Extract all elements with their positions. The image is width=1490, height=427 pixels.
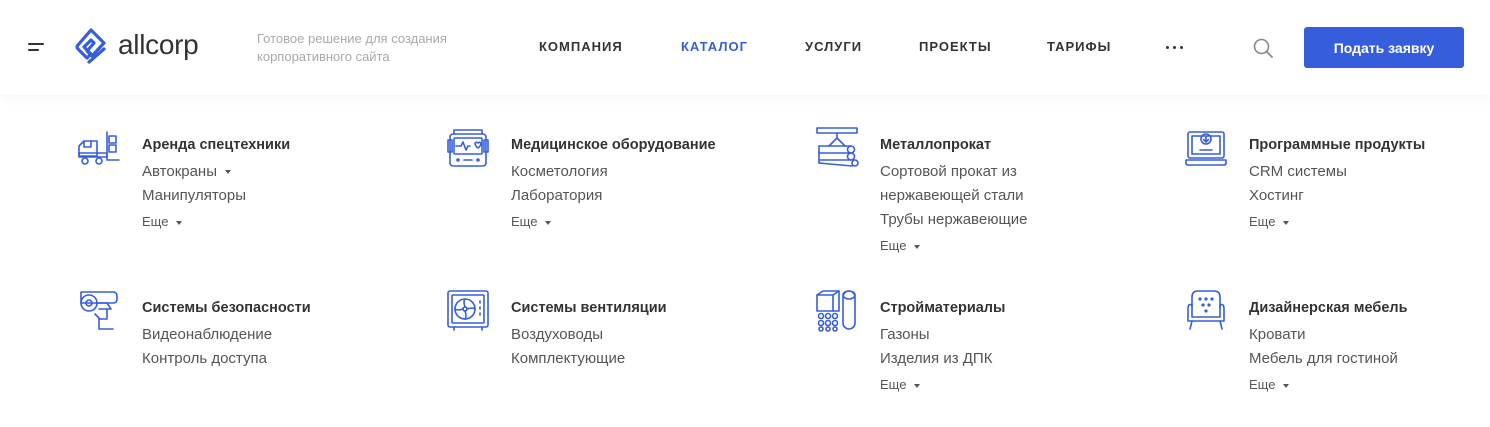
catalog-title[interactable]: Аренда спецтехники — [142, 136, 290, 154]
catalog-link[interactable]: Воздуховоды — [511, 323, 625, 347]
catalog-link[interactable]: Мебель для гостиной — [1249, 347, 1398, 371]
catalog-title[interactable]: Дизайнерская мебель — [1249, 299, 1408, 317]
catalog-more-link[interactable]: Еще — [880, 237, 921, 255]
catalog-more-link[interactable]: Еще — [142, 213, 183, 231]
catalog-link[interactable]: Изделия из ДПК — [880, 347, 992, 371]
site-header: allcorp Готовое решение для создания кор… — [0, 0, 1490, 95]
nav-item-catalog[interactable]: КАТАЛОГ — [681, 39, 748, 55]
nav-item-tariffs[interactable]: ТАРИФЫ — [1047, 39, 1111, 55]
catalog-link[interactable]: Контроль доступа — [142, 347, 272, 371]
catalog-title[interactable]: Металлопрокат — [880, 136, 991, 154]
caret-down-icon — [1283, 383, 1290, 388]
catalog-link[interactable]: Косметология — [511, 160, 608, 184]
caret-down-icon — [914, 383, 921, 388]
metal-pipes-icon — [816, 127, 859, 167]
caret-down-icon — [914, 244, 921, 249]
catalog-title[interactable]: Системы безопасности — [142, 299, 311, 317]
caret-down-icon — [545, 220, 552, 225]
catalog-link[interactable]: Сортовой прокат из — [880, 160, 1028, 184]
security-camera-icon — [80, 291, 118, 330]
catalog-link[interactable]: Видеонаблюдение — [142, 323, 272, 347]
catalog-link[interactable]: Трубы нержавеющие — [880, 208, 1028, 232]
catalog-link[interactable]: Комплектующие — [511, 347, 625, 371]
nav-item-company[interactable]: КОМПАНИЯ — [539, 39, 623, 55]
logo-text: allcorp — [118, 28, 199, 60]
catalog-more-link[interactable]: Еще — [1249, 213, 1290, 231]
catalog-link[interactable]: Лаборатория — [511, 184, 608, 208]
armchair-icon — [1187, 290, 1225, 330]
catalog-link[interactable]: CRM системы — [1249, 160, 1347, 184]
catalog-link[interactable]: Манипуляторы — [142, 184, 246, 208]
caret-down-icon — [176, 220, 183, 225]
catalog-link[interactable]: Автокраны — [142, 160, 246, 184]
caret-down-icon — [1283, 220, 1290, 225]
slogan: Готовое решение для создания корпоративн… — [257, 31, 447, 64]
caret-down-icon — [225, 170, 231, 175]
catalog-title[interactable]: Медицинское оборудование — [511, 136, 716, 154]
medical-monitor-icon — [447, 129, 489, 167]
catalog-link[interactable]: нержавеющей стали — [880, 184, 1028, 208]
submit-request-button[interactable]: Подать заявку — [1304, 27, 1464, 68]
catalog-title[interactable]: Системы вентиляции — [511, 299, 667, 317]
menu-burger-icon[interactable] — [28, 41, 46, 53]
catalog-link[interactable]: Хостинг — [1249, 184, 1347, 208]
catalog-title[interactable]: Программные продукты — [1249, 136, 1425, 154]
logo-mark-icon — [75, 28, 106, 64]
forklift-truck-icon — [78, 131, 120, 165]
nav-more-icon[interactable] — [1166, 46, 1183, 49]
laptop-download-icon — [1185, 131, 1227, 166]
catalog-more-link[interactable]: Еще — [880, 376, 921, 394]
catalog-more-link[interactable]: Еще — [511, 213, 552, 231]
catalog-link[interactable]: Кровати — [1249, 323, 1398, 347]
logo[interactable]: allcorp — [75, 28, 199, 64]
catalog-title[interactable]: Стройматериалы — [880, 299, 1005, 317]
catalog-link[interactable]: Газоны — [880, 323, 992, 347]
search-icon[interactable] — [1252, 37, 1274, 59]
nav-item-services[interactable]: УСЛУГИ — [805, 39, 862, 55]
nav-item-projects[interactable]: ПРОЕКТЫ — [919, 39, 992, 55]
building-materials-icon — [816, 290, 856, 332]
ventilation-fan-icon — [447, 290, 489, 331]
catalog-more-link[interactable]: Еще — [1249, 376, 1290, 394]
